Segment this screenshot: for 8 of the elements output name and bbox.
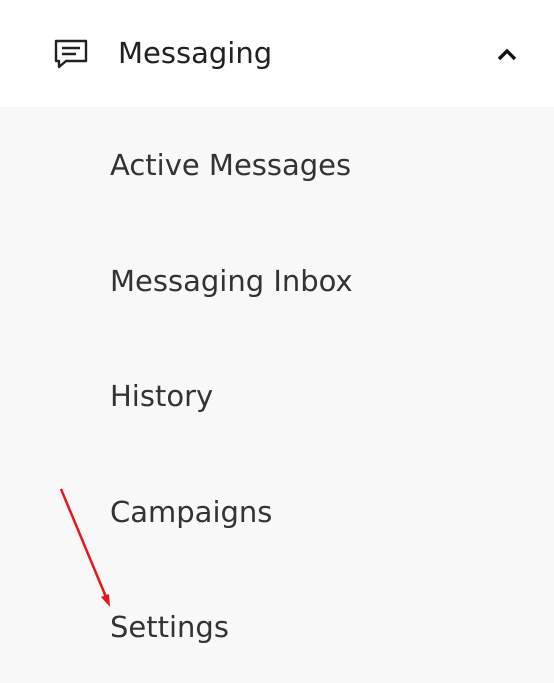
menu-header[interactable]: Messaging — [0, 0, 554, 107]
chat-icon — [54, 38, 88, 68]
submenu-item[interactable]: Messaging Inbox — [0, 222, 554, 338]
submenu-item[interactable]: History — [0, 338, 554, 454]
submenu-item[interactable]: Settings — [0, 569, 554, 683]
submenu-item[interactable]: Active Messages — [0, 107, 554, 222]
submenu-item[interactable]: Campaigns — [0, 454, 554, 569]
chevron-icon — [496, 46, 518, 60]
